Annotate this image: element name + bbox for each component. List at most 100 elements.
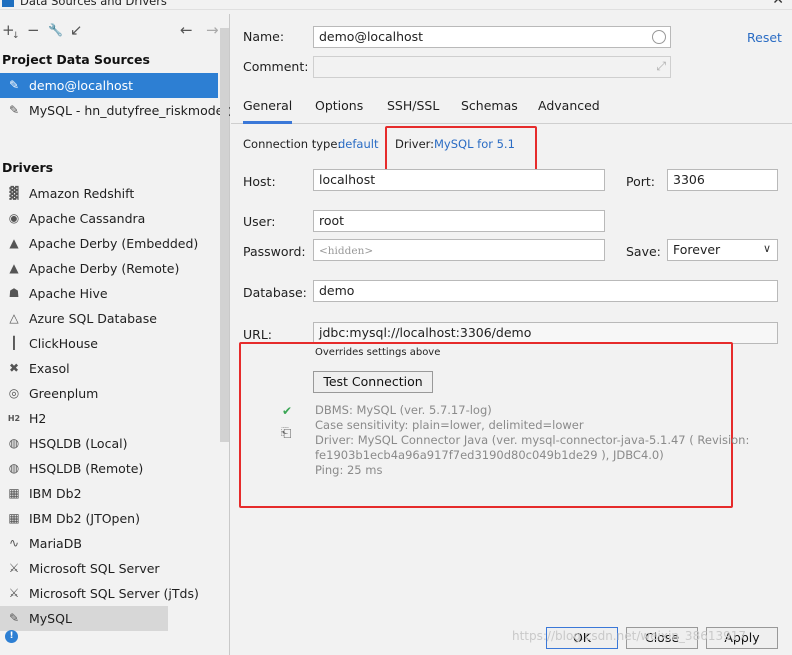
save-select[interactable]: Forever ∨ bbox=[667, 239, 778, 261]
connection-type-label: Connection type: bbox=[243, 137, 342, 151]
forward-arrow-icon[interactable]: → bbox=[206, 20, 219, 40]
tab-ssh-ssl[interactable]: SSH/SSL bbox=[387, 94, 439, 124]
driver-item[interactable]: ▲ Apache Derby (Remote) bbox=[0, 256, 218, 281]
driver-label: HSQLDB (Local) bbox=[29, 436, 128, 451]
password-input[interactable]: <hidden> bbox=[313, 239, 605, 261]
driver-item[interactable]: ┃ ClickHouse bbox=[0, 331, 218, 356]
left-scrollbar[interactable] bbox=[220, 28, 229, 442]
ibm-db2-icon: ▦ bbox=[8, 486, 20, 500]
datasource-label: MySQL - hn_dutyfree_riskmodel@l bbox=[29, 103, 230, 118]
password-label: Password: bbox=[243, 244, 306, 259]
driver-item[interactable]: ⚔ Microsoft SQL Server bbox=[0, 556, 218, 581]
watermark-text: https://blog.csdn.net/weixin_38613917 bbox=[512, 629, 747, 643]
database-label: Database: bbox=[243, 285, 307, 300]
datasource-item-riskmodel[interactable]: ✎ MySQL - hn_dutyfree_riskmodel@l bbox=[0, 98, 230, 123]
copy-icon[interactable]: ⎗ bbox=[281, 426, 291, 441]
datasource-label: demo@localhost bbox=[29, 78, 134, 93]
driver-label: Apache Cassandra bbox=[29, 211, 146, 226]
driver-item[interactable]: ▦ IBM Db2 (JTOpen) bbox=[0, 506, 218, 531]
driver-item[interactable]: △ Azure SQL Database bbox=[0, 306, 218, 331]
tab-general[interactable]: General bbox=[243, 94, 293, 124]
datasource-item-demo[interactable]: ✎ demo@localhost bbox=[0, 73, 218, 98]
back-arrow-icon[interactable]: ← bbox=[180, 20, 193, 40]
port-input[interactable]: 3306 bbox=[667, 169, 778, 191]
driver-label: Azure SQL Database bbox=[29, 311, 157, 326]
info-line: DBMS: MySQL (ver. 5.7.17-log) bbox=[315, 403, 492, 417]
duplicate-icon[interactable]: ↙ bbox=[70, 20, 83, 40]
driver-item[interactable]: ▦ IBM Db2 bbox=[0, 481, 218, 506]
name-value: demo@localhost bbox=[319, 29, 424, 44]
project-data-sources-title: Project Data Sources bbox=[2, 52, 150, 67]
add-dropdown-icon[interactable]: ↓ bbox=[12, 26, 20, 46]
derby-icon: ▲ bbox=[9, 261, 19, 275]
derby-icon: ▲ bbox=[9, 236, 19, 250]
driver-item[interactable]: ◉ Apache Cassandra bbox=[0, 206, 218, 231]
driver-label: Apache Derby (Remote) bbox=[29, 261, 180, 276]
driver-item[interactable]: ⚔ Microsoft SQL Server (jTds) bbox=[0, 581, 218, 606]
overrides-note: Overrides settings above bbox=[315, 347, 441, 358]
info-line: Driver: MySQL Connector Java (ver. mysql… bbox=[315, 433, 750, 447]
comment-label: Comment: bbox=[243, 59, 309, 74]
driver-item[interactable]: ◍ HSQLDB (Remote) bbox=[0, 456, 218, 481]
host-input[interactable]: localhost bbox=[313, 169, 605, 191]
left-toolbar: + ↓ − 🔧 ↙ ← → bbox=[0, 20, 230, 42]
comment-input[interactable]: ⤢ bbox=[313, 56, 671, 78]
database-value: demo bbox=[319, 283, 355, 298]
driver-label: H2 bbox=[29, 411, 47, 426]
expand-icon[interactable]: ⤢ bbox=[656, 58, 666, 74]
driver-item[interactable]: ☗ Apache Hive bbox=[0, 281, 218, 306]
wrench-icon[interactable]: 🔧 bbox=[48, 20, 63, 40]
window-title: Data Sources and Drivers bbox=[20, 0, 167, 8]
driver-item[interactable]: ✖ Exasol bbox=[0, 356, 218, 381]
port-label: Port: bbox=[626, 174, 655, 189]
app-icon bbox=[2, 0, 14, 7]
mysql-icon: ✎ bbox=[8, 611, 20, 625]
url-input[interactable]: jdbc:mysql://localhost:3306/demo bbox=[313, 322, 778, 344]
h2-icon: H2 bbox=[7, 414, 21, 423]
exasol-icon: ✖ bbox=[8, 361, 20, 375]
info-status-icon[interactable]: ! bbox=[5, 630, 18, 643]
chevron-down-icon: ∨ bbox=[762, 242, 771, 255]
tab-schemas[interactable]: Schemas bbox=[461, 94, 518, 124]
sql-server-icon: ⚔ bbox=[8, 586, 20, 600]
success-check-icon: ✔ bbox=[282, 404, 293, 418]
host-label: Host: bbox=[243, 174, 276, 189]
tab-options[interactable]: Options bbox=[315, 94, 363, 124]
reset-link[interactable]: Reset bbox=[747, 30, 782, 45]
name-input[interactable]: demo@localhost bbox=[313, 26, 671, 48]
driver-item[interactable]: ∿ MariaDB bbox=[0, 531, 218, 556]
url-label: URL: bbox=[243, 327, 273, 342]
remove-icon[interactable]: − bbox=[27, 20, 40, 40]
driver-item[interactable]: ▓ Amazon Redshift bbox=[0, 181, 218, 206]
port-value: 3306 bbox=[673, 172, 705, 187]
connection-type-link[interactable]: default bbox=[338, 137, 378, 151]
driver-label: Apache Derby (Embedded) bbox=[29, 236, 199, 251]
user-label: User: bbox=[243, 214, 276, 229]
driver-item[interactable]: ✎ MySQL bbox=[0, 606, 168, 631]
close-window-icon[interactable]: ✕ bbox=[772, 0, 784, 8]
database-input[interactable]: demo bbox=[313, 280, 778, 302]
driver-label: Exasol bbox=[29, 361, 70, 376]
driver-label: Microsoft SQL Server bbox=[29, 561, 160, 576]
color-circle-icon[interactable] bbox=[652, 30, 666, 44]
host-value: localhost bbox=[319, 172, 376, 187]
driver-label: IBM Db2 (JTOpen) bbox=[29, 511, 140, 526]
driver-item[interactable]: ◎ Greenplum bbox=[0, 381, 218, 406]
driver-item[interactable]: ▲ Apache Derby (Embedded) bbox=[0, 231, 218, 256]
driver-item[interactable]: ◍ HSQLDB (Local) bbox=[0, 431, 218, 456]
user-input[interactable]: root bbox=[313, 210, 605, 232]
driver-label: IBM Db2 bbox=[29, 486, 82, 501]
tab-advanced[interactable]: Advanced bbox=[538, 94, 600, 124]
driver-label: HSQLDB (Remote) bbox=[29, 461, 144, 476]
driver-item[interactable]: H2 H2 bbox=[0, 406, 218, 431]
driver-label: Amazon Redshift bbox=[29, 186, 135, 201]
driver-label: Microsoft SQL Server (jTds) bbox=[29, 586, 199, 601]
save-value: Forever bbox=[673, 242, 721, 257]
cassandra-icon: ◉ bbox=[8, 211, 20, 225]
clickhouse-icon: ┃ bbox=[10, 336, 18, 350]
hsqldb-icon: ◍ bbox=[8, 461, 20, 475]
url-value: jdbc:mysql://localhost:3306/demo bbox=[319, 325, 532, 340]
info-line: fe1903b1ecb4a96a917f7ed3190d80c049b1de29… bbox=[315, 448, 664, 462]
right-panel: Name: demo@localhost Reset Comment: ⤢ Ge… bbox=[231, 14, 792, 655]
test-connection-button[interactable]: Test Connection bbox=[313, 371, 433, 393]
